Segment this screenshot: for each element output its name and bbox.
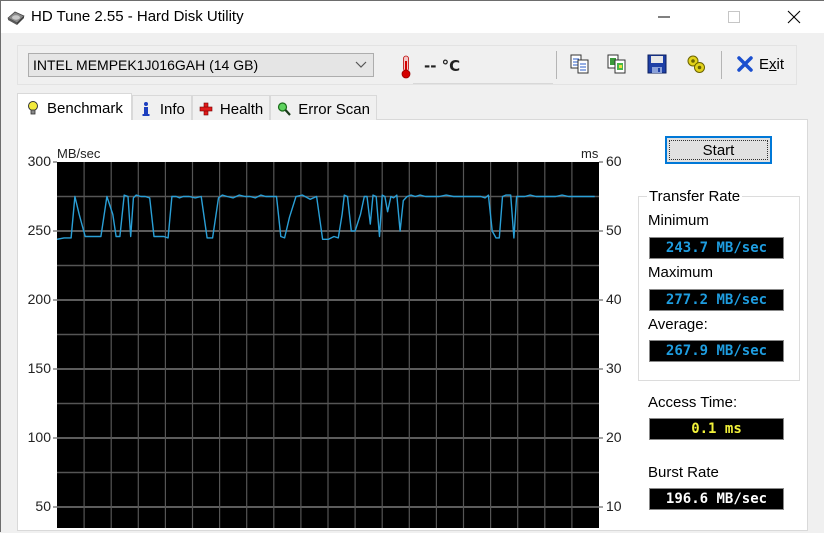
minimum-value: 243.7 MB/sec [649,237,784,259]
maximum-label: Maximum [648,264,714,281]
start-button-label: Start [702,142,735,159]
tab-benchmark[interactable]: Benchmark [17,93,132,120]
burst-rate-value: 196.6 MB/sec [649,488,784,510]
minimum-label: Minimum [648,212,709,229]
average-value: 267.9 MB/sec [649,340,784,362]
maximum-value: 277.2 MB/sec [649,289,784,311]
lightbulb-icon [28,101,38,115]
access-time-value: 0.1 ms [649,418,784,440]
start-button[interactable]: Start [665,136,772,164]
average-label: Average: [648,316,708,333]
burst-rate-label: Burst Rate [648,464,719,481]
access-time-label: Access Time: [648,394,738,411]
transfer-rate-title: Transfer Rate [647,188,743,205]
app-window: HD Tune 2.55 - Hard Disk Utility INTEL M… [0,0,824,532]
tab-benchmark-label: Benchmark [47,99,123,117]
